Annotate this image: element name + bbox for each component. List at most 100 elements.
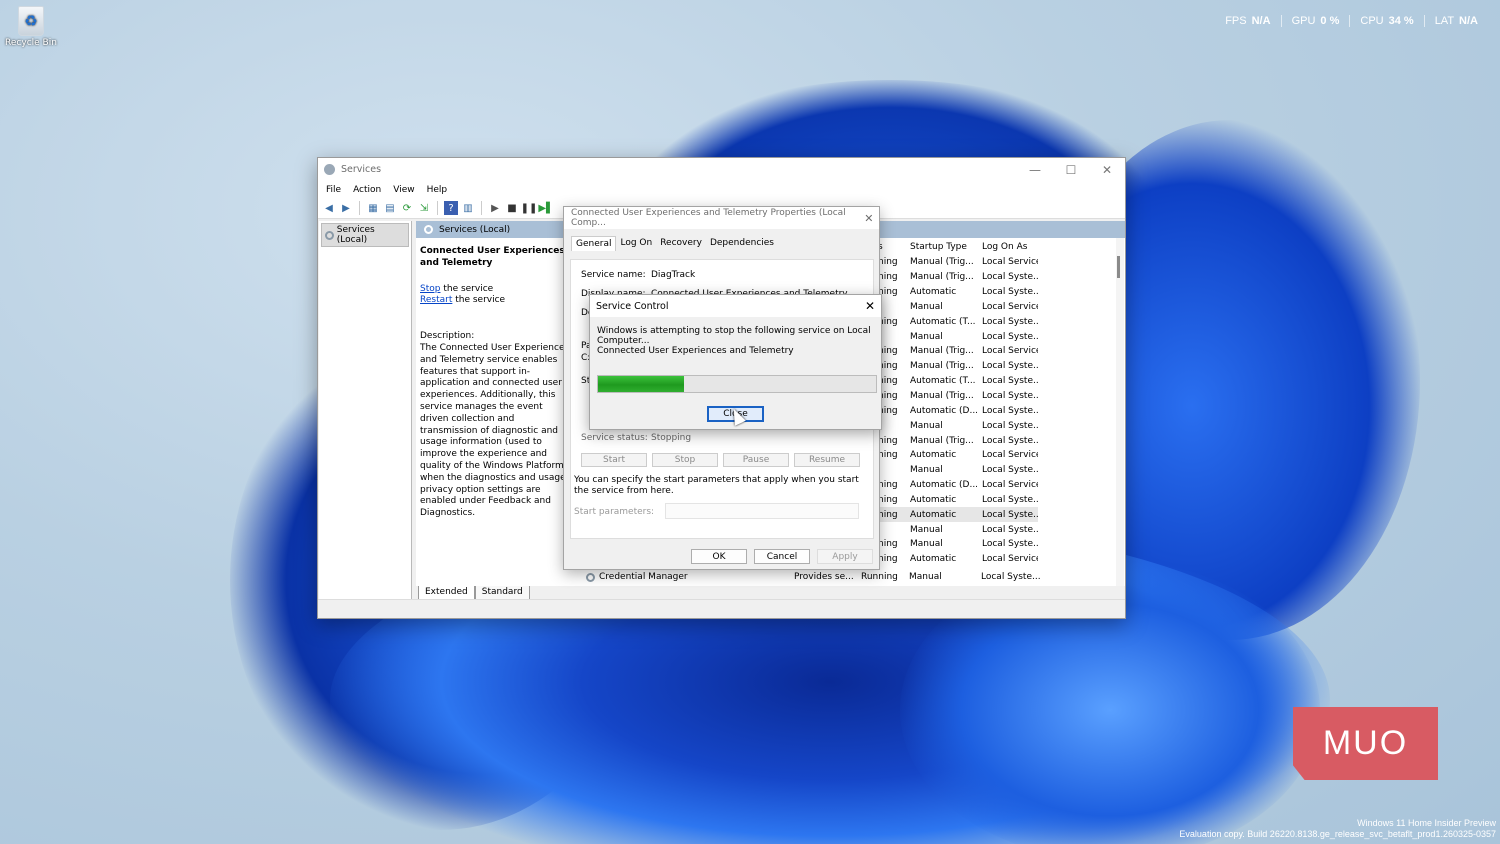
- stop-service-icon[interactable]: ■: [505, 201, 519, 215]
- nav-services-local[interactable]: Services (Local): [321, 223, 409, 247]
- close-window-button[interactable]: ✕: [1089, 163, 1125, 177]
- cell-status: ning: [878, 361, 898, 372]
- table-row[interactable]: ning Manual (Trig... Local Syste...: [878, 359, 1038, 374]
- view-tabs: Extended Standard: [416, 586, 1125, 600]
- cell-status: ning: [878, 346, 898, 357]
- col-startup-type[interactable]: Startup Type: [906, 242, 978, 252]
- cell-logon: Local Syste...: [982, 316, 1038, 327]
- table-row[interactable]: ning Automatic Local Service: [878, 448, 1038, 463]
- cancel-button[interactable]: Cancel: [754, 549, 810, 564]
- table-row[interactable]: ning Automatic (D... Local Syste...: [878, 403, 1038, 418]
- cell-logon: Local Syste...: [982, 405, 1038, 416]
- table-row[interactable]: ning Manual (Trig... Local Syste...: [878, 270, 1038, 285]
- tab-dependencies[interactable]: Dependencies: [706, 236, 778, 251]
- cell-startup: Manual: [910, 539, 943, 550]
- restart-service-icon[interactable]: ▶▌: [538, 201, 553, 215]
- recycle-bin[interactable]: ♻ Recycle Bin: [4, 6, 58, 48]
- refresh-icon[interactable]: ⟳: [400, 201, 414, 215]
- stop-service-link[interactable]: Stop: [420, 284, 440, 294]
- tab-recovery[interactable]: Recovery: [656, 236, 706, 251]
- help-icon[interactable]: ?: [444, 201, 458, 215]
- cell-startup: Manual (Trig...: [910, 361, 974, 372]
- cell-logon: Local Syste...: [982, 494, 1038, 505]
- cell-logon: Local Syste...: [982, 465, 1038, 476]
- cell-logon: Local Syste...: [982, 539, 1038, 550]
- table-row[interactable]: ning Automatic (T... Local Syste...: [878, 314, 1038, 329]
- col-log-on-as[interactable]: Log On As: [978, 242, 1038, 252]
- table-row[interactable]: ning Automatic Local Service: [878, 552, 1038, 567]
- start-params-input[interactable]: [665, 503, 859, 519]
- table-row[interactable]: ning Manual (Trig... Local Syste...: [878, 433, 1038, 448]
- pause-button[interactable]: Pause: [723, 453, 789, 467]
- table-row[interactable]: ning Manual (Trig... Local Service: [878, 344, 1038, 359]
- export-list-icon[interactable]: ⇲: [417, 201, 431, 215]
- table-row[interactable]: ning Automatic (T... Local Syste...: [878, 374, 1038, 389]
- cell-logon: Local Service: [982, 450, 1038, 461]
- properties-sheet-icon[interactable]: ▤: [383, 201, 397, 215]
- menu-help[interactable]: Help: [427, 185, 448, 195]
- cell-logon: Local Service: [982, 346, 1038, 357]
- cell-status: ning: [878, 316, 898, 327]
- progress-bar: [597, 375, 877, 393]
- table-row[interactable]: ning Manual (Trig... Local Service: [878, 255, 1038, 270]
- maximize-button[interactable]: ☐: [1053, 163, 1089, 177]
- cell-status: ning: [878, 272, 898, 283]
- menu-action[interactable]: Action: [353, 185, 381, 195]
- table-row[interactable]: Manual Local Service: [878, 300, 1038, 315]
- show-hide-console-tree-icon[interactable]: ▦: [366, 201, 380, 215]
- cell-logon: Local Service: [982, 257, 1038, 268]
- table-row[interactable]: Manual Local Syste...: [878, 463, 1038, 478]
- col-status[interactable]: s: [878, 242, 906, 252]
- stop-button[interactable]: Stop: [652, 453, 718, 467]
- cell-logon: Local Service: [982, 480, 1038, 491]
- start-button[interactable]: Start: [581, 453, 647, 467]
- properties-titlebar[interactable]: Connected User Experiences and Telemetry…: [564, 207, 879, 229]
- table-row[interactable]: Manual Local Syste...: [878, 522, 1038, 537]
- cell-logon: Local Syste...: [982, 391, 1038, 402]
- cell-startup: Automatic (T...: [910, 376, 976, 387]
- table-row[interactable]: ning Automatic Local Syste...: [878, 493, 1038, 508]
- menu-view[interactable]: View: [393, 185, 414, 195]
- table-row[interactable]: ning Manual Local Syste...: [878, 537, 1038, 552]
- menu-file[interactable]: File: [326, 185, 341, 195]
- resume-button[interactable]: Resume: [794, 453, 860, 467]
- cell-startup: Manual (Trig...: [910, 391, 974, 402]
- window-title: Services: [341, 164, 382, 175]
- service-name: Connected User Experiences and Telemetry: [597, 346, 794, 356]
- hud-fps: FPS N/A: [1225, 15, 1271, 27]
- cell-startup: Automatic (D...: [910, 480, 979, 491]
- cell-logon: Local Syste...: [982, 272, 1038, 283]
- hud-cpu: CPU 34 %: [1349, 15, 1423, 27]
- windows-watermark: Windows 11 Home Insider Preview Evaluati…: [1179, 818, 1496, 839]
- table-row[interactable]: ning Automatic Local Syste...: [878, 507, 1038, 523]
- table-row[interactable]: Manual Local Syste...: [878, 329, 1038, 344]
- table-row[interactable]: ning Manual (Trig... Local Syste...: [878, 389, 1038, 404]
- service-name-value: DiagTrack: [651, 270, 696, 280]
- tab-extended[interactable]: Extended: [418, 586, 475, 600]
- vertical-scrollbar[interactable]: [1116, 238, 1124, 586]
- minimize-button[interactable]: —: [1017, 163, 1053, 177]
- table-row[interactable]: ning Automatic (D... Local Service: [878, 478, 1038, 493]
- services-titlebar[interactable]: Services — ☐ ✕: [318, 158, 1125, 181]
- back-arrow-icon[interactable]: ◀: [322, 201, 336, 215]
- cell-status: ning: [878, 376, 898, 387]
- ok-button[interactable]: OK: [691, 549, 747, 564]
- table-row[interactable]: ning Automatic Local Syste...: [878, 285, 1038, 300]
- service-control-titlebar[interactable]: Service Control ✕: [590, 295, 881, 317]
- console-view-icon[interactable]: ▥: [461, 201, 475, 215]
- close-icon[interactable]: ✕: [859, 299, 881, 313]
- table-row[interactable]: Manual Local Syste...: [878, 418, 1038, 433]
- status-bar: [318, 599, 1125, 618]
- table-row[interactable]: Credential Manager Provides se... Runnin…: [586, 572, 1041, 582]
- scroll-thumb[interactable]: [1117, 256, 1120, 278]
- forward-arrow-icon[interactable]: ▶: [339, 201, 353, 215]
- start-service-icon[interactable]: ▶: [488, 201, 502, 215]
- restart-service-link[interactable]: Restart: [420, 295, 452, 305]
- pause-service-icon[interactable]: ❚❚: [521, 201, 538, 215]
- tab-log-on[interactable]: Log On: [616, 236, 656, 251]
- close-icon[interactable]: ✕: [859, 212, 879, 225]
- apply-button[interactable]: Apply: [817, 549, 873, 564]
- tab-standard[interactable]: Standard: [474, 586, 530, 600]
- tab-general[interactable]: General: [571, 236, 617, 251]
- list-header: s Startup Type Log On As: [878, 238, 1038, 255]
